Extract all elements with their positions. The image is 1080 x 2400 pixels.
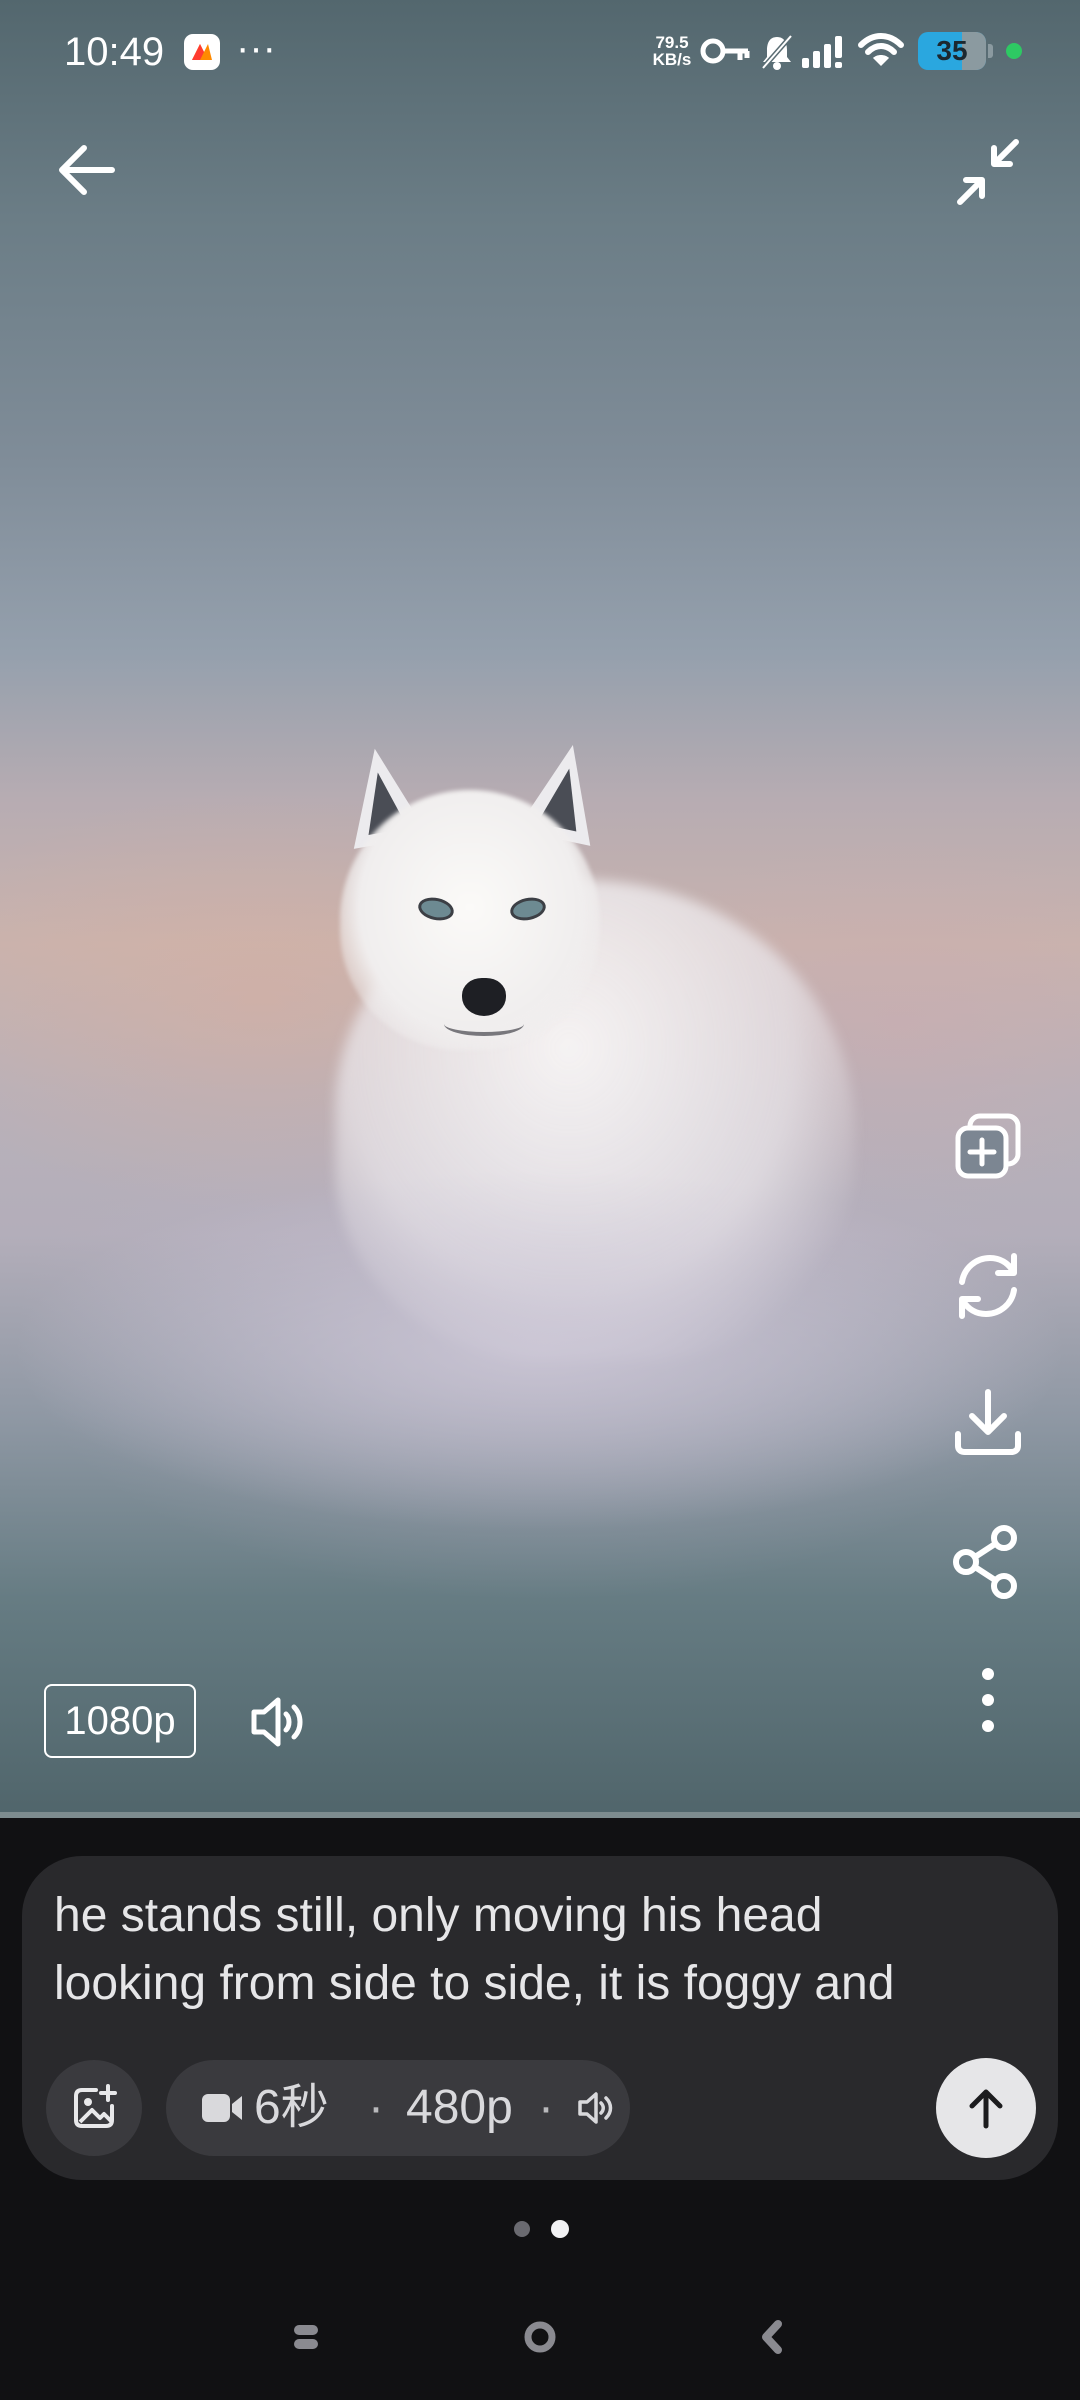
resolution-value: 480p [406,2081,513,2134]
share-icon[interactable] [948,1522,1028,1602]
system-nav-bar [0,2280,1080,2400]
screen: 10:49 ··· 79.5 KB/s 35 1080p he stands s… [0,0,1080,2400]
wolf-ear-left [337,742,429,849]
collapse-fullscreen-icon[interactable] [950,136,1026,208]
recents-icon[interactable] [292,2322,320,2352]
battery-icon: 35 [918,32,986,70]
send-button[interactable] [936,2058,1036,2158]
vpn-key-icon [700,38,750,64]
regenerate-icon[interactable] [948,1246,1028,1326]
add-image-button[interactable] [46,2060,142,2156]
app-notification-icon [184,34,220,70]
wolf-ear-inner-right [537,764,589,832]
generation-settings-button[interactable]: 6秒 · 480p · [166,2060,630,2156]
prompt-input[interactable]: he stands still, only moving his head lo… [54,1882,1034,2022]
status-time: 10:49 [64,30,165,74]
wolf-image [0,0,1080,1816]
pager-dot-2[interactable] [551,2220,569,2238]
fog [0,1150,1080,1650]
video-preview[interactable] [0,0,1080,1816]
quality-button[interactable]: 1080p [44,1684,196,1758]
wolf-head [340,790,600,1050]
duration-value: 6秒 [254,2081,329,2134]
download-icon[interactable] [948,1384,1028,1464]
wifi-icon [858,33,904,66]
image-add-icon [74,2084,117,2128]
wolf-eye-right [508,894,548,924]
wolf-nose [462,978,506,1016]
back-icon[interactable] [758,2320,786,2354]
wolf-ear-right [515,737,611,846]
progress-divider [0,1812,1080,1818]
separator: · [368,2081,384,2134]
prompt-composer: he stands still, only moving his head lo… [22,1856,1058,2180]
wolf-body [335,880,855,1360]
signal-icon [802,36,842,68]
video-camera-icon [202,2094,242,2122]
wolf-ear-inner-left [358,768,408,836]
network-speed: 79.5 KB/s [648,34,696,68]
home-icon[interactable] [522,2320,558,2354]
more-notifications-indicator: ··· [236,26,276,70]
prompt-line-2: looking from side to side, it is foggy a… [54,1957,895,2010]
speaker-icon[interactable] [248,1694,308,1750]
separator: · [538,2081,554,2134]
network-speed-value: 79.5 [655,33,689,52]
wolf-mouth [444,1012,524,1036]
more-vertical-icon[interactable] [948,1660,1028,1740]
prompt-line-1: he stands still, only moving his head [54,1889,823,1942]
status-bar: 10:49 ··· 79.5 KB/s 35 [0,0,1080,104]
battery-cap [988,44,993,58]
pager-dot-1[interactable] [514,2221,530,2237]
battery-level: 35 [936,35,968,66]
speaker-icon [578,2092,613,2124]
bell-muted-icon [761,34,793,70]
send-arrow-icon [969,2089,1003,2129]
back-arrow-icon[interactable] [52,136,128,204]
active-dot-icon [1006,43,1022,59]
wolf-eye-left [416,894,456,924]
network-speed-unit: KB/s [652,50,692,69]
duplicate-add-icon[interactable] [948,1108,1028,1188]
